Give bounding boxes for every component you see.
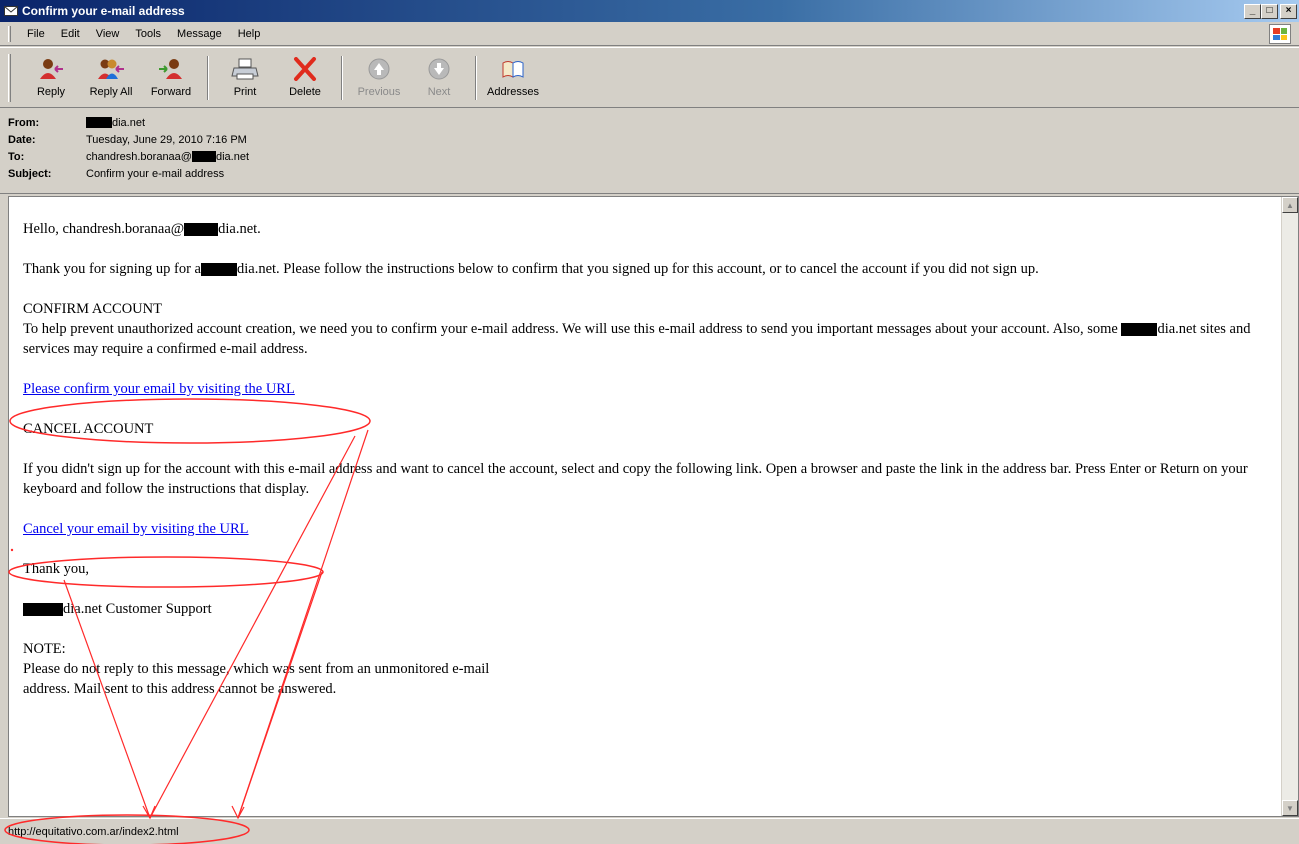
date-label: Date: xyxy=(8,133,36,146)
reply-icon xyxy=(37,56,65,82)
redaction-block xyxy=(201,263,237,277)
message-body-pane[interactable]: Hello, chandresh.boranaa@ dia.net. Thank … xyxy=(8,196,1299,817)
delete-button[interactable]: Delete xyxy=(275,54,335,104)
cancel-paragraph: If you didn't sign up for the account wi… xyxy=(23,461,1248,497)
toolbar-separator xyxy=(207,56,209,100)
address-book-icon xyxy=(499,56,527,82)
date-value: Tuesday, June 29, 2010 7:16 PM xyxy=(86,133,247,146)
down-arrow-icon xyxy=(425,56,453,82)
redaction-block xyxy=(184,223,219,237)
confirm-email-link[interactable]: Please confirm your email by visiting th… xyxy=(23,381,295,397)
subject-row: Subject: Confirm your e-mail address xyxy=(8,165,1291,182)
reply-all-icon xyxy=(97,56,125,82)
next-label: Next xyxy=(427,86,451,98)
toolbar: Reply Reply All Forward Print Delete Pre… xyxy=(0,47,1299,108)
title-bar: Confirm your e-mail address _ □ × xyxy=(0,0,1299,22)
window-title: Confirm your e-mail address xyxy=(22,4,185,18)
from-domain: dia.net xyxy=(112,116,146,129)
menu-bar: File Edit View Tools Message Help xyxy=(0,22,1299,46)
thanks-paragraph: Thank you for signing up for a dia.net. P… xyxy=(23,259,1273,279)
menu-edit[interactable]: Edit xyxy=(53,26,88,42)
print-label: Print xyxy=(233,86,257,98)
scroll-up-button[interactable]: ▲ xyxy=(1282,197,1298,213)
previous-button[interactable]: Previous xyxy=(349,54,409,104)
greeting-suffix: dia.net. xyxy=(218,221,261,237)
toolbar-separator xyxy=(475,56,477,100)
forward-button[interactable]: Forward xyxy=(141,54,201,104)
forward-label: Forward xyxy=(150,86,192,98)
up-arrow-icon xyxy=(365,56,393,82)
printer-icon xyxy=(231,56,259,82)
note-line-1: Please do not reply to this message, whi… xyxy=(23,661,490,677)
to-label: To: xyxy=(8,150,25,163)
cancel-heading: CANCEL ACCOUNT xyxy=(23,421,154,437)
menu-grip xyxy=(8,25,11,42)
thanks-prefix: Thank you for signing up for a xyxy=(23,261,201,277)
toolbar-grip xyxy=(8,54,11,102)
forward-icon xyxy=(157,56,185,82)
to-address-suffix: dia.net xyxy=(215,150,249,163)
close-button[interactable]: × xyxy=(1280,3,1297,19)
toolbar-separator xyxy=(341,56,343,100)
from-label: From: xyxy=(8,116,40,129)
scroll-down-button[interactable]: ▼ xyxy=(1282,800,1298,816)
redaction-block xyxy=(191,151,216,162)
reply-button[interactable]: Reply xyxy=(21,54,81,104)
reply-all-button[interactable]: Reply All xyxy=(81,54,141,104)
delete-x-icon xyxy=(291,56,319,82)
to-row: To: chandresh.boranaa@ dia.net xyxy=(8,148,1291,165)
thanks-suffix: dia.net. Please follow the instructions … xyxy=(237,261,1039,277)
cancel-link-paragraph: Cancel your email by visiting the URL xyxy=(23,519,1273,539)
redaction-block xyxy=(86,117,112,128)
to-value: chandresh.boranaa@ dia.net xyxy=(86,151,249,163)
menu-tools[interactable]: Tools xyxy=(127,26,169,42)
to-address-prefix: chandresh.boranaa@ xyxy=(86,150,192,163)
note-line-2: address. Mail sent to this address canno… xyxy=(23,681,337,697)
print-button[interactable]: Print xyxy=(215,54,275,104)
menu-file[interactable]: File xyxy=(19,26,53,42)
thank-you: Thank you, xyxy=(23,561,90,577)
minimize-button[interactable]: _ xyxy=(1244,3,1261,19)
subject-label: Subject: xyxy=(8,167,52,180)
delete-label: Delete xyxy=(289,86,321,98)
from-value: dia.net xyxy=(86,117,145,129)
next-button[interactable]: Next xyxy=(409,54,469,104)
note-heading: NOTE: xyxy=(23,641,66,657)
confirm-paragraph: To help prevent unauthorized account cre… xyxy=(23,319,1273,359)
mail-envelope-icon xyxy=(4,4,18,18)
redaction-block xyxy=(23,603,63,617)
previous-label: Previous xyxy=(357,86,401,98)
addresses-label: Addresses xyxy=(487,86,539,98)
menu-help[interactable]: Help xyxy=(230,26,269,42)
confirm-text-prefix: To help prevent unauthorized account cre… xyxy=(23,321,1122,337)
confirm-heading: CONFIRM ACCOUNT xyxy=(23,301,162,317)
confirm-link-paragraph: Please confirm your email by visiting th… xyxy=(23,379,1273,399)
signature-text: dia.net Customer Support xyxy=(63,601,212,617)
maximize-button[interactable]: □ xyxy=(1261,3,1278,19)
date-row: Date: Tuesday, June 29, 2010 7:16 PM xyxy=(8,131,1291,148)
subject-value: Confirm your e-mail address xyxy=(86,167,225,180)
addresses-button[interactable]: Addresses xyxy=(483,54,543,104)
vertical-scrollbar[interactable]: ▲ ▼ xyxy=(1281,197,1298,816)
cancel-email-link[interactable]: Cancel your email by visiting the URL xyxy=(23,521,249,537)
windows-logo-icon xyxy=(1269,24,1291,44)
reply-label: Reply xyxy=(36,86,66,98)
redaction-block xyxy=(1121,323,1158,337)
menu-view[interactable]: View xyxy=(88,26,128,42)
status-url: http://equitativo.com.ar/index2.html xyxy=(8,825,179,838)
reply-all-label: Reply All xyxy=(89,86,133,98)
from-row: From: dia.net xyxy=(8,114,1291,131)
greeting: Hello, chandresh.boranaa@ dia.net. xyxy=(23,219,1273,239)
greeting-prefix: Hello, chandresh.boranaa@ xyxy=(23,221,185,237)
message-header: From: dia.net Date: Tuesday, June 29, 20… xyxy=(0,108,1299,194)
status-bar: http://equitativo.com.ar/index2.html xyxy=(0,818,1299,844)
menu-message[interactable]: Message xyxy=(169,26,230,42)
message-body: Hello, chandresh.boranaa@ dia.net. Thank … xyxy=(23,219,1273,699)
signature: dia.net Customer Support xyxy=(23,599,1273,619)
